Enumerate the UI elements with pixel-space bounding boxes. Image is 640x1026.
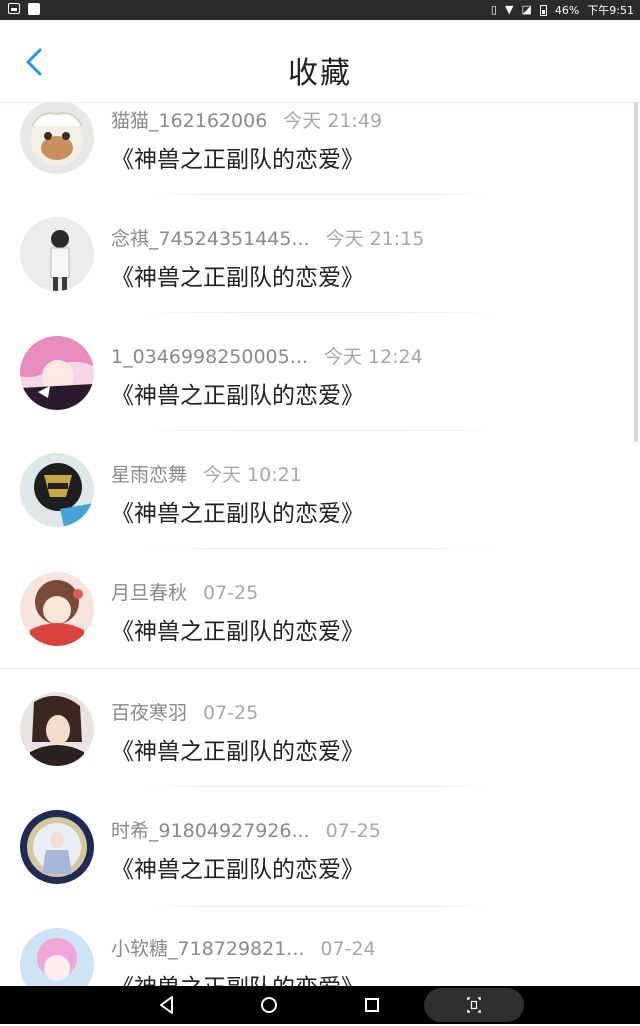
item-meta: 月旦春秋 07-25 (111, 578, 258, 605)
page-title: 收藏 (288, 56, 352, 91)
username[interactable]: 小软糖_718729821... (111, 938, 304, 960)
list-item[interactable]: 1_0346998250005... 今天 12:24 《神兽之正副队的恋爱》 (0, 336, 640, 456)
divider (130, 430, 510, 431)
wifi-icon: ▼ (504, 3, 514, 16)
avatar[interactable] (20, 692, 94, 766)
list-item[interactable]: 星雨恋舞 今天 10:21 《神兽之正副队的恋爱》 (0, 453, 640, 574)
timestamp: 今天 12:24 (323, 346, 423, 368)
item-meta: 1_0346998250005... 今天 12:24 (111, 342, 423, 369)
divider (0, 668, 640, 669)
timestamp: 07-24 (320, 938, 376, 960)
divider (130, 194, 510, 195)
username[interactable]: 百夜寒羽 (111, 702, 187, 724)
nav-recents-button[interactable] (361, 994, 383, 1016)
app-header: 收藏 (0, 20, 640, 103)
item-meta: 小软糖_718729821... 07-24 (111, 934, 376, 961)
timestamp: 今天 21:49 (283, 110, 383, 132)
avatar[interactable] (20, 572, 94, 646)
status-bar: ▯ ▼ ◪ 46% 下午9:51 (0, 0, 640, 20)
book-title[interactable]: 《神兽之正副队的恋爱》 (111, 850, 364, 884)
favorites-list: 猫猫_162162006 今天 21:49 《神兽之正副队的恋爱》 念祺_7452… (0, 102, 640, 986)
avatar[interactable] (20, 810, 94, 884)
clock: 下午9:51 (587, 4, 634, 17)
scan-frame-icon (467, 997, 481, 1013)
divider (130, 312, 510, 313)
circle-home-icon (261, 997, 277, 1013)
battery-percent: 46% (554, 3, 580, 17)
username[interactable]: 1_0346998250005... (111, 346, 308, 368)
book-title[interactable]: 《神兽之正副队的恋爱》 (111, 494, 364, 528)
nav-home-button[interactable] (258, 994, 280, 1016)
battery-icon (539, 4, 547, 16)
book-title[interactable]: 《神兽之正副队的恋爱》 (111, 968, 364, 986)
username[interactable]: 猫猫_162162006 (111, 110, 267, 132)
item-meta: 猫猫_162162006 今天 21:49 (111, 106, 382, 133)
navigation-bar (0, 986, 640, 1024)
timestamp: 07-25 (203, 582, 259, 604)
nav-back-button[interactable] (156, 994, 178, 1016)
book-title[interactable]: 《神兽之正副队的恋爱》 (111, 732, 364, 766)
avatar[interactable] (20, 336, 94, 410)
list-item[interactable]: 小软糖_718729821... 07-24 《神兽之正副队的恋爱》 (0, 928, 640, 986)
timestamp: 今天 21:15 (325, 228, 425, 250)
username[interactable]: 星雨恋舞 (111, 464, 187, 486)
timestamp: 07-25 (325, 820, 381, 842)
list-item[interactable]: 时希_91804927926... 07-25 《神兽之正副队的恋爱》 (0, 810, 640, 928)
no-sim-icon: ◪ (521, 3, 532, 16)
timestamp: 今天 10:21 (203, 464, 302, 486)
book-title[interactable]: 《神兽之正副队的恋爱》 (111, 140, 364, 174)
username[interactable]: 念祺_74524351445... (111, 228, 310, 250)
avatar[interactable] (20, 453, 94, 527)
avatar[interactable] (20, 102, 94, 174)
item-meta: 时希_91804927926... 07-25 (111, 816, 381, 843)
screenshot-pill-button[interactable] (424, 988, 524, 1022)
book-title[interactable]: 《神兽之正副队的恋爱》 (111, 612, 364, 646)
item-meta: 念祺_74524351445... 今天 21:15 (111, 224, 424, 251)
app-notification-icon (28, 3, 40, 15)
item-meta: 星雨恋舞 今天 10:21 (111, 460, 302, 487)
username[interactable]: 月旦春秋 (111, 582, 187, 604)
item-meta: 百夜寒羽 07-25 (111, 698, 258, 725)
avatar[interactable] (20, 928, 94, 986)
triangle-back-icon (160, 996, 173, 1014)
divider (130, 548, 510, 549)
timestamp: 07-25 (203, 702, 259, 724)
list-item[interactable]: 月旦春秋 07-25 《神兽之正副队的恋爱》 (0, 572, 640, 692)
avatar[interactable] (20, 217, 94, 291)
book-title[interactable]: 《神兽之正副队的恋爱》 (111, 376, 364, 410)
square-recents-icon (365, 998, 379, 1012)
username[interactable]: 时希_91804927926... (111, 820, 310, 842)
list-item[interactable]: 念祺_74524351445... 今天 21:15 《神兽之正副队的恋爱》 (0, 217, 640, 338)
list-item[interactable]: 百夜寒羽 07-25 《神兽之正副队的恋爱》 (0, 692, 640, 810)
vibrate-icon: ▯ (490, 3, 497, 16)
scrollbar[interactable] (634, 102, 638, 442)
image-notification-icon (8, 3, 20, 14)
book-title[interactable]: 《神兽之正副队的恋爱》 (111, 258, 364, 292)
divider (130, 906, 510, 907)
divider (130, 786, 510, 787)
list-item[interactable]: 猫猫_162162006 今天 21:49 《神兽之正副队的恋爱》 (0, 102, 640, 220)
